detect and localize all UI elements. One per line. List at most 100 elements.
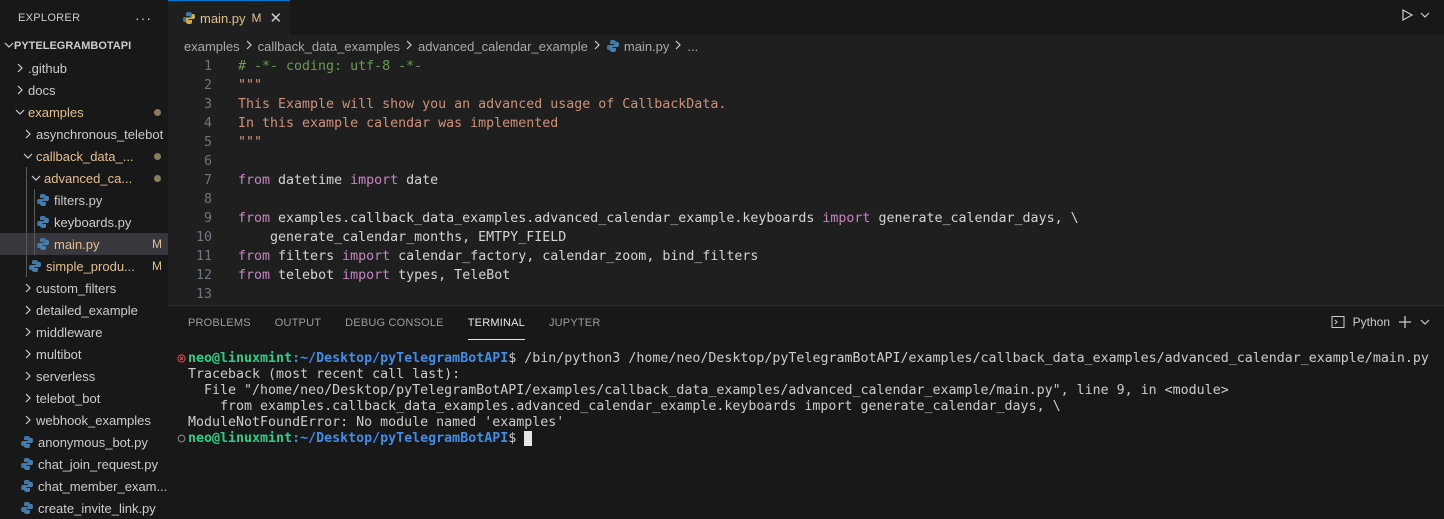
tree-item[interactable]: telebot_bot [0, 387, 168, 409]
line-number: 9 [203, 211, 212, 226]
python-file-icon [20, 435, 34, 449]
tree-item-label: advanced_ca... [44, 170, 133, 186]
python-file-icon [36, 215, 50, 229]
tree-item[interactable]: anonymous_bot.py [0, 431, 168, 453]
tree-item-label: chat_member_exam... [38, 478, 168, 494]
add-terminal-icon[interactable] [1398, 315, 1412, 329]
tree-item[interactable]: advanced_ca... [0, 167, 168, 189]
modified-dot-icon [146, 174, 168, 182]
prompt-user: neo@linuxmint [188, 350, 293, 366]
python-file-icon [20, 479, 34, 493]
tree-item[interactable]: custom_filters [0, 277, 168, 299]
run-icon[interactable] [1400, 8, 1414, 22]
tree-item[interactable]: keyboards.py [0, 211, 168, 233]
terminal-command-line: neo@linuxmint:~/Desktop/pyTelegramBotAPI… [174, 350, 1444, 366]
breadcrumb-item[interactable]: ... [687, 39, 698, 54]
panel-tab-jupyter[interactable]: JUPYTER [549, 306, 601, 340]
terminal-output-line: from examples.callback_data_examples.adv… [174, 398, 1444, 414]
line-number: 2 [203, 78, 212, 93]
chevron-down-icon [12, 107, 28, 117]
chevron-down-icon[interactable] [1420, 317, 1430, 327]
code-line: 5 """ [168, 133, 1444, 152]
idle-status-icon [174, 434, 188, 443]
close-icon[interactable]: ✕ [270, 9, 283, 27]
tab-label: main.py [200, 10, 246, 26]
tree-item[interactable]: serverless [0, 365, 168, 387]
tree-item[interactable]: main.py M [0, 233, 168, 255]
tree-item-label: .github [28, 60, 68, 76]
tree-item[interactable]: simple_produ... M [0, 255, 168, 277]
tree-item-label: callback_data_... [36, 148, 134, 164]
tree-item[interactable]: callback_data_... [0, 145, 168, 167]
workspace-root-label: PYTELEGRAMBOTAPI [14, 40, 132, 52]
tree-item[interactable]: webhook_examples [0, 409, 168, 431]
code-line: 1 # -*- coding: utf-8 -*- [168, 57, 1444, 76]
code-token: from [238, 268, 271, 283]
bottom-panel: PROBLEMS OUTPUT DEBUG CONSOLE TERMINAL JUPYT… [168, 305, 1444, 519]
editor-tab-bar: main.py M ✕ [168, 0, 1444, 35]
line-number: 8 [203, 192, 212, 207]
tree-item[interactable]: .github [0, 57, 168, 79]
tree-item[interactable]: multibot [0, 343, 168, 365]
tree-item[interactable]: detailed_example [0, 299, 168, 321]
tree-item-label: anonymous_bot.py [38, 434, 148, 450]
modified-badge: M [152, 237, 162, 251]
indent-guide [26, 255, 27, 277]
chevron-right-icon [20, 393, 36, 403]
line-number: 13 [195, 287, 212, 302]
panel-tab-output[interactable]: OUTPUT [275, 306, 321, 340]
indent-guide [34, 189, 35, 211]
code-line: 7 from datetime import date [168, 171, 1444, 190]
line-source: generate_calendar_months, EMTPY_FIELD [212, 230, 566, 245]
chevron-right-icon [20, 349, 36, 359]
breadcrumb-item[interactable]: callback_data_examples [258, 39, 400, 54]
line-number: 11 [195, 249, 212, 264]
chevron-right-icon [673, 40, 683, 53]
chevron-down-icon[interactable] [1420, 10, 1430, 20]
terminal-controls: Python [1331, 315, 1430, 329]
code-token: types, TeleBot [390, 268, 511, 283]
code-token: import [342, 249, 391, 264]
terminal-cursor [524, 430, 533, 446]
terminal[interactable]: neo@linuxmint:~/Desktop/pyTelegramBotAPI… [168, 340, 1444, 446]
chevron-down-icon [28, 173, 44, 183]
tree-item[interactable]: create_invite_link.py [0, 497, 168, 519]
tree-item-label: asynchronous_telebot [36, 126, 164, 142]
shell-label[interactable]: Python [1353, 315, 1390, 329]
tree-item-label: telebot_bot [36, 390, 101, 406]
tree-item[interactable]: middleware [0, 321, 168, 343]
line-source: from telebot import types, TeleBot [212, 268, 510, 283]
code-token: generate_calendar_days, \ [870, 211, 1079, 226]
tree-item[interactable]: chat_member_exam... [0, 475, 168, 497]
tree-item[interactable]: docs [0, 79, 168, 101]
terminal-command: $ /bin/python3 /home/neo/Desktop/pyTeleg… [508, 350, 1429, 366]
panel-tab-problems[interactable]: PROBLEMS [188, 306, 251, 340]
panel-tab-terminal[interactable]: TERMINAL [467, 306, 525, 340]
workspace-root[interactable]: PYTELEGRAMBOTAPI [0, 35, 168, 57]
chevron-right-icon [12, 85, 28, 95]
tree-item[interactable]: asynchronous_telebot [0, 123, 168, 145]
panel-tab-bar: PROBLEMS OUTPUT DEBUG CONSOLE TERMINAL JUPYT… [168, 306, 1444, 340]
tab-main-py[interactable]: main.py M ✕ [168, 0, 290, 35]
line-number: 5 [203, 135, 212, 150]
line-number: 4 [203, 116, 212, 131]
chevron-right-icon [12, 63, 28, 73]
tree-item[interactable]: chat_join_request.py [0, 453, 168, 475]
explorer-sidebar: EXPLORER ··· PYTELEGRAMBOTAPI .github doc… [0, 0, 168, 519]
panel-tab-debug-console[interactable]: DEBUG CONSOLE [345, 306, 444, 340]
breadcrumb-item[interactable]: main.py [624, 39, 670, 54]
tree-item[interactable]: filters.py [0, 189, 168, 211]
indent-guide [26, 211, 27, 233]
more-actions-icon[interactable]: ··· [135, 10, 152, 26]
code-token: In this example calendar was implemented [238, 116, 559, 131]
terminal-output-text: ModuleNotFoundError: No module named 'ex… [188, 414, 565, 430]
terminal-output-line: File "/home/neo/Desktop/pyTelegramBotAPI… [174, 382, 1444, 398]
tree-item-label: middleware [36, 324, 103, 340]
code-editor[interactable]: 1 # -*- coding: utf-8 -*- 2 """ 3 This Exampl… [168, 57, 1444, 304]
python-file-icon [20, 501, 34, 515]
breadcrumb-item[interactable]: examples [184, 39, 240, 54]
breadcrumb-item[interactable]: advanced_calendar_example [418, 39, 588, 54]
tree-item[interactable]: examples [0, 101, 168, 123]
code-token: calendar_factory, calendar_zoom, bind_fi… [390, 249, 759, 264]
editor-group: main.py M ✕ examples callback_data_exampl… [168, 0, 1444, 305]
